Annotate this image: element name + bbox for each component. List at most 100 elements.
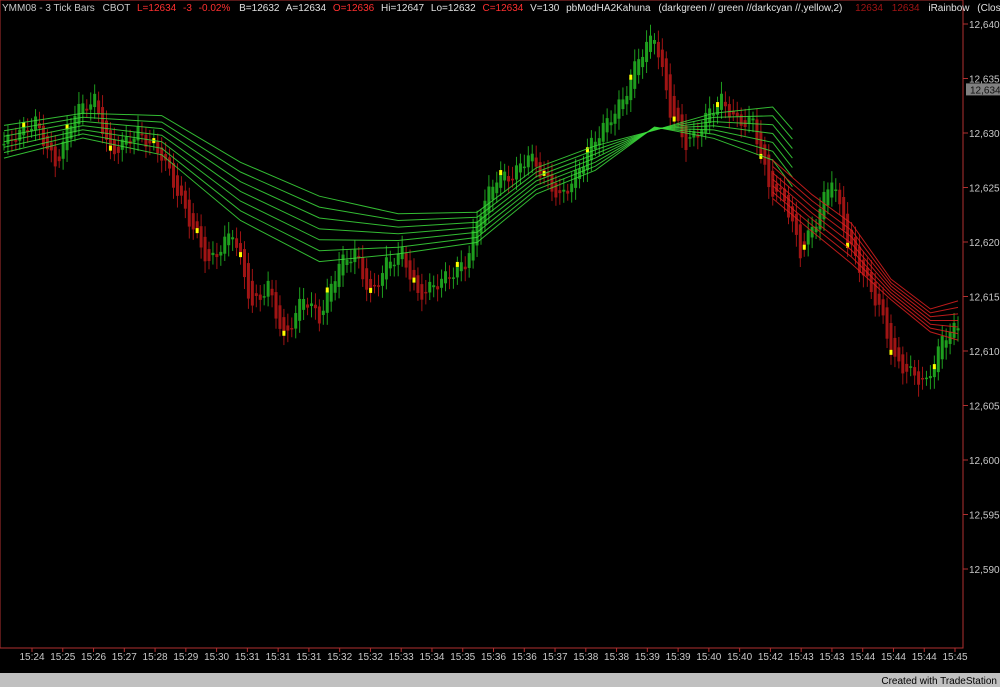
price-bar xyxy=(337,263,341,287)
price-bar xyxy=(333,281,337,293)
price-bar xyxy=(605,118,609,133)
price-bar xyxy=(436,286,440,290)
price-chart[interactable]: 12,64012,63512,63012,62512,62012,61512,6… xyxy=(0,0,1000,687)
price-bar xyxy=(459,262,463,272)
price-bar xyxy=(838,189,842,205)
price-bar xyxy=(897,347,901,362)
price-bar xyxy=(215,253,219,258)
y-tick-label: 12,610 xyxy=(969,347,1000,358)
highlight-bar xyxy=(282,330,286,336)
price-bar xyxy=(905,363,909,372)
price-bar xyxy=(172,162,176,188)
high-label: Hi=12647 xyxy=(381,3,425,14)
price-bar xyxy=(589,137,593,161)
price-bar xyxy=(633,61,637,89)
price-bar xyxy=(562,189,566,192)
price-bar xyxy=(317,306,321,324)
price-bar xyxy=(921,378,925,380)
price-bar xyxy=(349,261,353,264)
x-tick-label: 15:31 xyxy=(235,652,260,663)
x-tick-label: 15:44 xyxy=(850,652,875,663)
price-bar xyxy=(885,307,889,339)
highlight-bar xyxy=(716,102,720,108)
price-bar xyxy=(735,112,739,117)
price-bar xyxy=(286,325,290,331)
y-tick-label: 12,620 xyxy=(969,238,1000,249)
y-tick-label: 12,590 xyxy=(969,565,1000,576)
price-bar xyxy=(570,183,574,193)
price-bar xyxy=(656,41,660,58)
price-bar xyxy=(668,74,672,118)
price-bar xyxy=(416,275,420,293)
x-tick-label: 15:31 xyxy=(296,652,321,663)
price-bar xyxy=(306,304,310,308)
price-bar xyxy=(664,58,668,91)
ask-label: A=12634 xyxy=(286,3,327,14)
y-tick-label: 12,630 xyxy=(969,129,1000,140)
price-bar xyxy=(763,144,767,165)
highlight-bar xyxy=(802,244,806,250)
footer-bar xyxy=(0,673,1000,687)
price-bar xyxy=(408,260,412,280)
price-bar xyxy=(231,237,235,240)
x-tick-label: 15:39 xyxy=(666,652,691,663)
price-bar xyxy=(227,233,231,246)
price-bar xyxy=(404,253,408,268)
price-bar xyxy=(447,277,451,279)
price-bar xyxy=(944,340,948,348)
price-bar xyxy=(199,226,203,248)
price-bar xyxy=(298,298,302,321)
x-tick-label: 15:25 xyxy=(50,652,75,663)
price-bar xyxy=(89,104,93,110)
price-bar xyxy=(246,263,250,299)
price-bar xyxy=(889,323,893,353)
price-bar xyxy=(956,328,960,331)
price-bar xyxy=(526,155,530,168)
price-bar xyxy=(235,238,239,248)
indicator-value-2: 12634 xyxy=(892,3,920,14)
price-bar xyxy=(223,236,227,254)
price-bar xyxy=(187,199,191,227)
highlight-bar xyxy=(932,364,936,370)
price-bar xyxy=(719,93,723,110)
price-bar xyxy=(148,140,152,144)
price-bar xyxy=(621,99,625,110)
price-bar xyxy=(518,163,522,173)
price-bar xyxy=(424,291,428,294)
price-bar xyxy=(361,257,365,280)
x-tick-label: 15:38 xyxy=(604,652,629,663)
price-bar xyxy=(444,271,448,284)
price-bar xyxy=(491,186,495,200)
price-bar xyxy=(392,264,396,267)
price-bar xyxy=(463,266,467,270)
price-bar xyxy=(613,113,617,124)
price-bar xyxy=(207,249,211,262)
price-bar xyxy=(834,189,838,191)
last-price-label: 12,634 xyxy=(970,85,1000,96)
price-bar xyxy=(751,118,755,121)
price-bar xyxy=(467,253,471,268)
x-tick-label: 15:43 xyxy=(819,652,844,663)
price-bar xyxy=(262,296,266,298)
highlight-bar xyxy=(239,252,243,258)
price-bar xyxy=(373,284,377,287)
price-bar xyxy=(53,146,57,167)
price-bar xyxy=(798,224,802,259)
price-bar xyxy=(124,136,128,145)
price-bar xyxy=(428,281,432,293)
price-bar xyxy=(727,104,731,118)
y-tick-label: 12,615 xyxy=(969,293,1000,304)
price-bar xyxy=(881,299,885,316)
close-label: C=12634 xyxy=(482,3,523,14)
price-bar xyxy=(830,182,834,198)
price-bar xyxy=(140,133,144,136)
price-bar xyxy=(617,99,621,119)
y-tick-label: 12,625 xyxy=(969,184,1000,195)
price-bar xyxy=(471,230,475,261)
price-bar xyxy=(321,310,325,315)
price-bar xyxy=(380,273,384,286)
price-bar xyxy=(609,122,613,126)
highlight-bar xyxy=(325,287,329,293)
price-bar xyxy=(97,100,101,114)
price-bar xyxy=(534,157,538,167)
